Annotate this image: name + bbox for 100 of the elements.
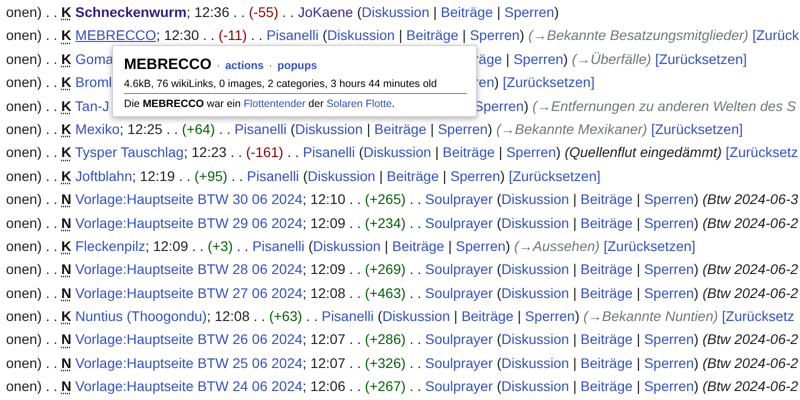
link[interactable]: Diskussion: [501, 331, 570, 348]
link[interactable]: Sperren: [644, 214, 694, 231]
list-text: onen) . .: [6, 27, 58, 44]
page-link[interactable]: MEBRECCO: [75, 27, 156, 44]
list-text: . .: [250, 27, 263, 44]
link[interactable]: Diskussion: [362, 4, 430, 20]
link[interactable]: Pisanelli: [322, 308, 374, 324]
link[interactable]: Soulprayer: [425, 354, 493, 371]
link[interactable]: Diskussion: [364, 144, 432, 160]
link[interactable]: Pisanelli: [302, 144, 355, 160]
link[interactable]: [Zurück: [752, 27, 800, 44]
link[interactable]: Beiträge: [461, 308, 514, 324]
link[interactable]: Diskussion: [501, 214, 570, 231]
link[interactable]: [Zurücksetzen]: [651, 120, 743, 137]
link[interactable]: Vorlage:Hauptseite BTW 26 06 2024: [75, 331, 303, 348]
extract-link[interactable]: Solaren Flotte: [326, 98, 392, 110]
link[interactable]: Sperren: [644, 284, 694, 301]
link[interactable]: Diskussion: [382, 308, 450, 324]
link[interactable]: Diskussion: [501, 378, 570, 394]
link[interactable]: Soulprayer: [425, 191, 493, 208]
list-text: onen) . .: [6, 354, 58, 371]
link[interactable]: Soulprayer: [425, 378, 493, 394]
link[interactable]: Sperren: [644, 261, 694, 278]
link[interactable]: Nuntius (Thoogondu): [75, 308, 207, 324]
popup-menu-link[interactable]: popups: [277, 58, 318, 74]
link[interactable]: Mexiko: [75, 120, 120, 137]
link[interactable]: Soulprayer: [425, 214, 493, 231]
list-text: |: [506, 50, 510, 67]
list-text: onen) . .: [6, 168, 58, 184]
link[interactable]: Pisanelli: [266, 27, 319, 44]
link[interactable]: Diskussion: [308, 168, 376, 184]
link[interactable]: Tysper Tauschlag: [75, 144, 184, 160]
link[interactable]: Beiträge: [580, 214, 633, 231]
link[interactable]: Sperren: [644, 378, 694, 394]
list-text: |: [496, 4, 500, 20]
link[interactable]: Beiträge: [580, 354, 633, 371]
link[interactable]: [Zurücksetzen]: [655, 50, 747, 67]
link[interactable]: [Zurücksetz: [726, 144, 798, 160]
link[interactable]: Pisanelli: [234, 120, 287, 137]
link[interactable]: Beiträge: [440, 4, 493, 20]
link[interactable]: Sperren: [456, 238, 506, 254]
link[interactable]: [Zurücksetz: [722, 308, 794, 324]
link[interactable]: Pisanelli: [246, 168, 300, 184]
link[interactable]: Diskussion: [501, 191, 570, 208]
link[interactable]: Vorlage:Hauptseite BTW 25 06 2024: [75, 354, 303, 371]
link[interactable]: Sperren: [470, 27, 520, 44]
link[interactable]: Beiträge: [580, 261, 633, 278]
link[interactable]: Beiträge: [406, 27, 458, 44]
link[interactable]: Tan-J: [75, 98, 110, 114]
link[interactable]: Diskussion: [501, 284, 570, 301]
link[interactable]: Joftblahn: [75, 168, 132, 184]
link[interactable]: Soulprayer: [425, 261, 493, 278]
list-text: |: [572, 354, 577, 371]
link[interactable]: Sperren: [506, 144, 556, 160]
size-change: (+267): [364, 378, 406, 394]
link[interactable]: Beiträge: [580, 191, 633, 208]
link[interactable]: Vorlage:Hauptseite BTW 27 06 2024: [75, 284, 303, 301]
edit-type-label: N: [61, 261, 72, 278]
link[interactable]: [Zurücksetzen]: [604, 238, 696, 254]
link[interactable]: Beiträge: [580, 284, 633, 301]
link[interactable]: Sperren: [438, 120, 488, 137]
link[interactable]: Broml: [75, 74, 112, 90]
link[interactable]: Vorlage:Hauptseite BTW 28 06 2024: [75, 261, 303, 278]
link[interactable]: Diskussion: [501, 354, 570, 371]
link[interactable]: Diskussion: [295, 120, 363, 137]
link[interactable]: Diskussion: [501, 261, 570, 278]
link[interactable]: Sperren: [644, 331, 694, 348]
list-text: |: [517, 308, 522, 324]
link[interactable]: Fleckenpilz: [75, 238, 146, 254]
link[interactable]: Sperren: [504, 4, 554, 20]
page-link[interactable]: Schneckenwurm: [75, 4, 187, 20]
user-link[interactable]: JoKaene: [298, 4, 354, 20]
link[interactable]: Sperren: [513, 50, 564, 67]
list-text: ): [524, 98, 528, 114]
link[interactable]: Soulprayer: [425, 331, 493, 348]
link[interactable]: Beiträge: [374, 120, 426, 137]
link[interactable]: Sperren: [644, 354, 694, 371]
link[interactable]: [Zurücksetzen]: [508, 168, 601, 184]
popup-menu-link[interactable]: actions: [225, 58, 264, 74]
link[interactable]: Sperren: [644, 191, 694, 208]
link[interactable]: Beiträge: [580, 331, 633, 348]
link[interactable]: Diskussion: [313, 238, 381, 254]
link[interactable]: Pisanelli: [252, 238, 304, 254]
link[interactable]: [Zurücksetzen]: [502, 74, 595, 90]
link[interactable]: Sperren: [450, 168, 500, 184]
link[interactable]: Beiträge: [386, 168, 439, 184]
link[interactable]: Sperren: [525, 308, 575, 324]
section-summary: (→Bekannte Mexikaner): [496, 120, 648, 137]
link[interactable]: Beiträge: [392, 238, 444, 254]
link[interactable]: Vorlage:Hauptseite BTW 30 06 2024: [75, 191, 303, 208]
link[interactable]: Vorlage:Hauptseite BTW 24 06 2024: [75, 378, 303, 394]
list-text: ; 12:09 . .: [302, 261, 361, 278]
section-summary: (→Aussehen): [514, 238, 600, 254]
extract-link[interactable]: Flottentender: [244, 98, 306, 110]
link[interactable]: Beiträge: [442, 144, 495, 160]
link[interactable]: Soulprayer: [425, 284, 493, 301]
link[interactable]: Vorlage:Hauptseite BTW 29 06 2024: [75, 214, 303, 231]
link[interactable]: Diskussion: [327, 27, 395, 44]
link[interactable]: Beiträge: [580, 378, 633, 394]
link[interactable]: Goma: [75, 50, 114, 67]
